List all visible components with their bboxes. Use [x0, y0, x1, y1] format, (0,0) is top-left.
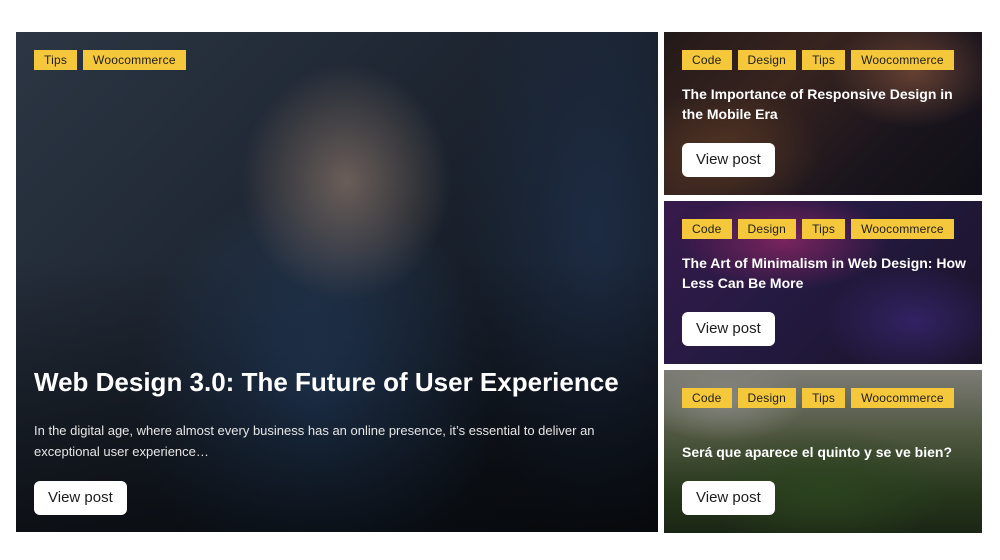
tag-tips[interactable]: Tips [802, 219, 846, 239]
featured-post-title[interactable]: Web Design 3.0: The Future of User Exper… [34, 365, 644, 399]
post-card-tags: Code Design Tips Woocommerce [682, 388, 954, 408]
post-card-title[interactable]: The Importance of Responsive Design in t… [682, 84, 972, 124]
featured-post-card[interactable]: Tips Woocommerce Web Design 3.0: The Fut… [16, 32, 658, 532]
post-card-title[interactable]: The Art of Minimalism in Web Design: How… [682, 253, 972, 293]
post-card-tags: Code Design Tips Woocommerce [682, 219, 954, 239]
post-card-quinto[interactable]: Code Design Tips Woocommerce Será que ap… [664, 370, 982, 533]
tag-code[interactable]: Code [682, 50, 732, 70]
post-card-minimalism[interactable]: Code Design Tips Woocommerce The Art of … [664, 201, 982, 364]
featured-post-excerpt: In the digital age, where almost every b… [34, 423, 595, 459]
post-card-title[interactable]: Será que aparece el quinto y se ve bien? [682, 442, 972, 462]
featured-view-post-button[interactable]: View post [34, 481, 127, 515]
tag-woocommerce[interactable]: Woocommerce [851, 219, 954, 239]
tag-design[interactable]: Design [737, 50, 797, 70]
post-card-tags: Code Design Tips Woocommerce [682, 50, 954, 70]
post-card-responsive-design[interactable]: Code Design Tips Woocommerce The Importa… [664, 32, 982, 195]
tag-tips[interactable]: Tips [802, 50, 846, 70]
view-post-button[interactable]: View post [682, 312, 775, 346]
featured-post-tags: Tips Woocommerce [34, 50, 186, 70]
tag-tips[interactable]: Tips [34, 50, 78, 70]
view-post-button[interactable]: View post [682, 143, 775, 177]
tag-design[interactable]: Design [737, 219, 797, 239]
tag-code[interactable]: Code [682, 388, 732, 408]
tag-tips[interactable]: Tips [802, 388, 846, 408]
tag-woocommerce[interactable]: Woocommerce [83, 50, 186, 70]
tag-woocommerce[interactable]: Woocommerce [851, 50, 954, 70]
tag-code[interactable]: Code [682, 219, 732, 239]
view-post-button[interactable]: View post [682, 481, 775, 515]
tag-woocommerce[interactable]: Woocommerce [851, 388, 954, 408]
tag-design[interactable]: Design [737, 388, 797, 408]
